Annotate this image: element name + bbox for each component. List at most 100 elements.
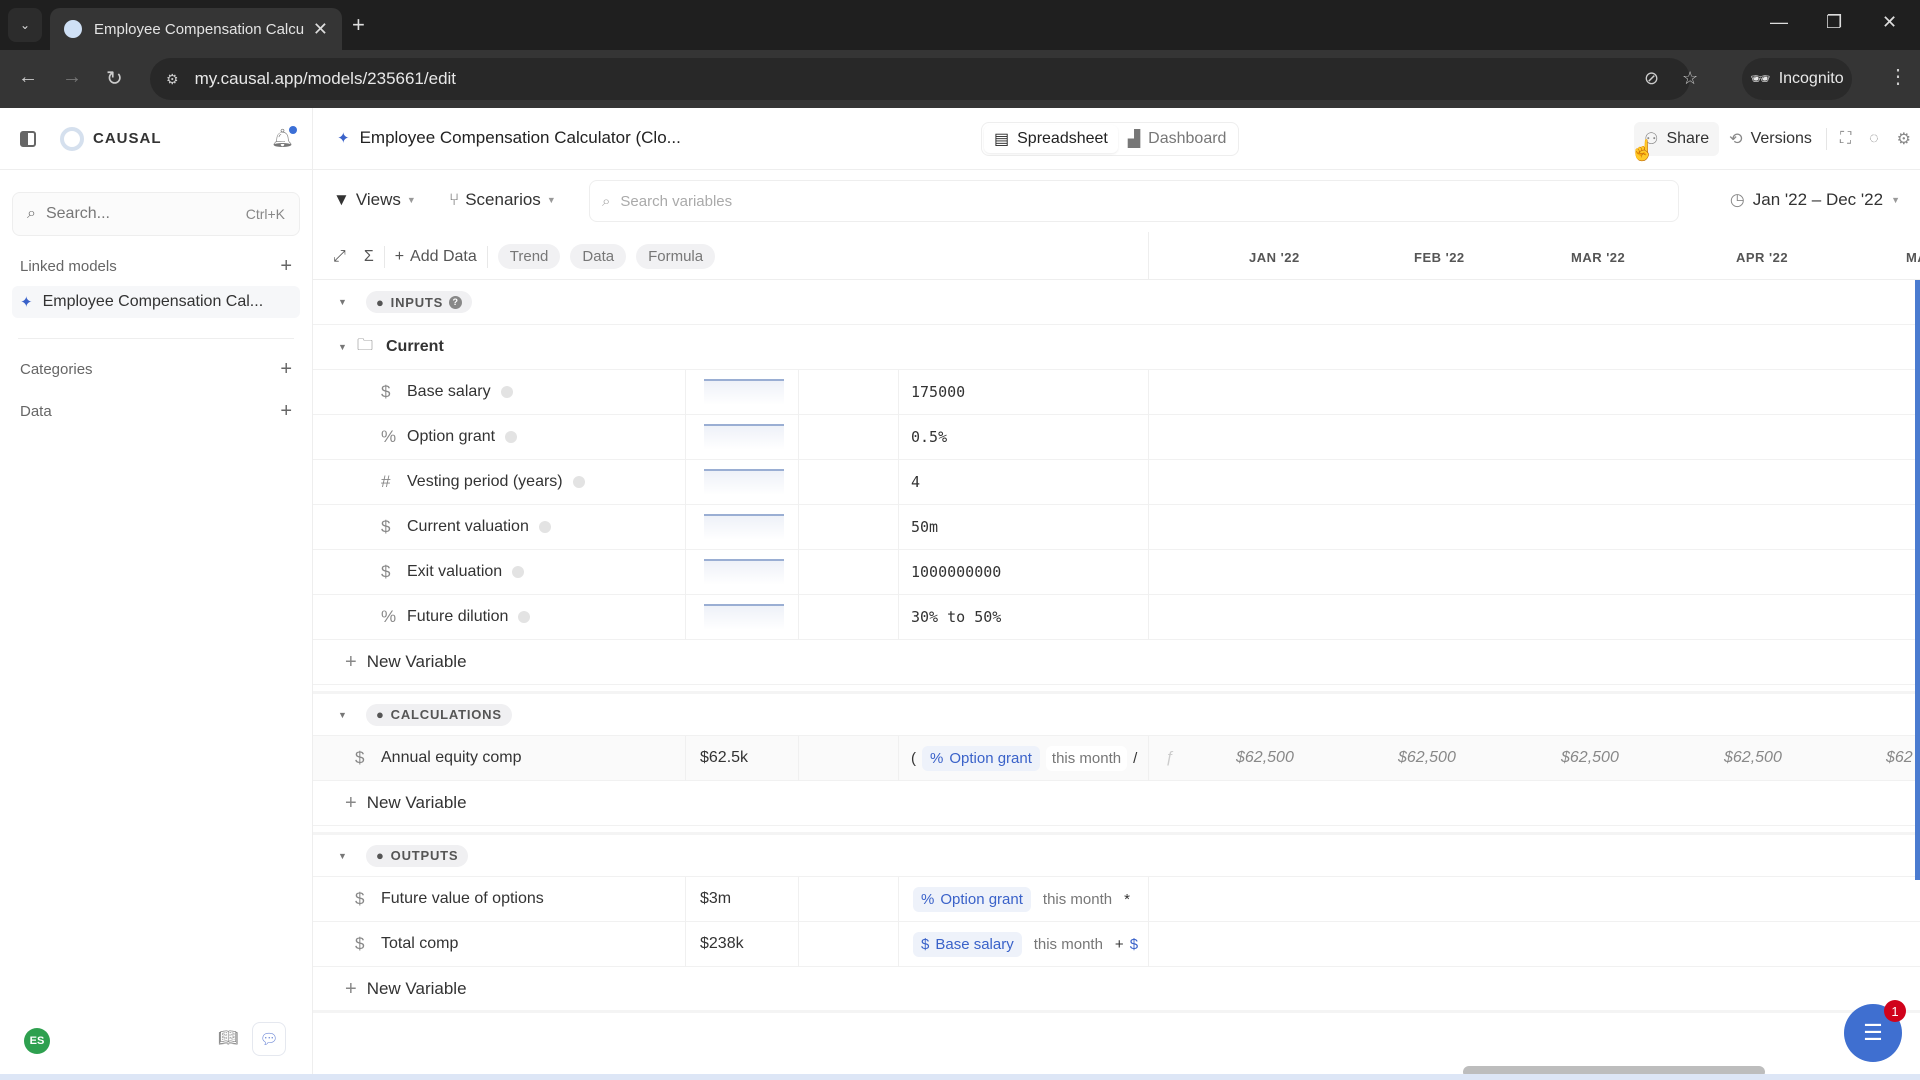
close-window-button[interactable]: ✕ bbox=[1882, 12, 1897, 33]
collapse-caret-icon[interactable]: ▼ bbox=[338, 710, 347, 720]
browser-menu-icon[interactable]: ⋮ bbox=[1888, 64, 1908, 89]
collapse-caret-icon[interactable]: ▼ bbox=[338, 851, 347, 861]
variable-name[interactable]: % Option grant bbox=[381, 427, 518, 447]
add-category-icon[interactable]: + bbox=[280, 358, 292, 381]
bookmark-star-icon[interactable]: ☆ bbox=[1682, 68, 1698, 89]
help-icon[interactable] bbox=[572, 476, 585, 488]
variable-name[interactable]: $ Future value of options bbox=[355, 889, 544, 909]
formula-cell[interactable]: % Option grant this month * bbox=[913, 886, 1130, 912]
month-value[interactable]: $62,500 bbox=[1236, 749, 1294, 767]
group-label[interactable]: ● INPUTS ? bbox=[366, 291, 473, 313]
variable-value[interactable]: 1000000000 bbox=[911, 563, 1001, 581]
docs-book-icon[interactable]: 📖︎ bbox=[218, 1028, 238, 1048]
variable-row[interactable]: $ Total comp $238k $ Base salary this mont… bbox=[313, 922, 1920, 967]
eye-off-icon[interactable]: ⊘ bbox=[1644, 68, 1659, 89]
variable-row[interactable]: $ Exit valuation 1000000000 bbox=[313, 550, 1920, 595]
tab-spreadsheet[interactable]: ▤ Spreadsheet bbox=[984, 125, 1118, 153]
variable-value[interactable]: 30% to 50% bbox=[911, 608, 1001, 626]
settings-gear-icon[interactable]: ⚙ bbox=[1888, 129, 1920, 149]
restore-button[interactable]: ❐ bbox=[1826, 12, 1842, 33]
incognito-indicator[interactable]: 🕶 Incognito bbox=[1742, 58, 1852, 100]
formula-variable-chip[interactable]: % Option grant bbox=[922, 745, 1040, 771]
expand-icon[interactable]: ⤢ bbox=[333, 248, 346, 266]
time-context[interactable]: this month bbox=[1036, 886, 1119, 912]
add-data-source-icon[interactable]: + bbox=[280, 400, 292, 423]
month-header[interactable]: JAN '22 bbox=[1249, 250, 1300, 265]
forward-button[interactable]: → bbox=[62, 66, 82, 89]
month-value[interactable]: $62,500 bbox=[1561, 749, 1619, 767]
variable-row[interactable]: $ Current valuation 50m bbox=[313, 505, 1920, 550]
variable-value[interactable]: 50m bbox=[911, 518, 938, 536]
variable-name[interactable]: % Future dilution bbox=[381, 607, 531, 627]
search-variables-input[interactable]: ⌕ Search variables bbox=[589, 180, 1679, 222]
month-value[interactable]: $62 bbox=[1886, 749, 1913, 767]
data-label[interactable]: Data bbox=[20, 403, 52, 420]
site-info-icon[interactable]: ⚙ bbox=[166, 71, 179, 88]
variable-row[interactable]: % Option grant 0.5% bbox=[313, 415, 1920, 460]
month-header[interactable]: FEB '22 bbox=[1414, 250, 1465, 265]
variable-name[interactable]: # Vesting period (years) bbox=[381, 472, 585, 492]
group-label[interactable]: ● CALCULATIONS bbox=[366, 703, 512, 726]
vertical-scrollbar[interactable] bbox=[1915, 280, 1920, 880]
help-icon[interactable] bbox=[500, 386, 513, 398]
trend-toggle[interactable]: Trend bbox=[497, 244, 561, 269]
variable-row[interactable]: $ Base salary 175000 bbox=[313, 370, 1920, 415]
browser-tab[interactable]: Employee Compensation Calcul ✕ bbox=[50, 8, 342, 50]
help-icon[interactable] bbox=[518, 611, 531, 623]
collapse-caret-icon[interactable]: ▼ bbox=[338, 342, 347, 352]
variable-name[interactable]: $ Current valuation bbox=[381, 517, 551, 537]
month-value[interactable]: $62,500 bbox=[1398, 749, 1456, 767]
back-button[interactable]: ← bbox=[18, 66, 38, 89]
help-icon[interactable] bbox=[512, 566, 525, 578]
omnibox[interactable]: ⚙ my.causal.app/models/235661/edit ⊘ ☆ bbox=[150, 58, 1698, 100]
variable-name[interactable]: $ Total comp bbox=[355, 934, 458, 954]
variable-row[interactable]: $ Future value of options $3m % Option gra… bbox=[313, 877, 1920, 922]
date-range-picker[interactable]: ◷ Jan '22 – Dec '22 ▼ bbox=[1730, 190, 1900, 210]
formula-cell[interactable]: ( % Option grant this month / bbox=[911, 745, 1137, 771]
new-variable-button[interactable]: + New Variable bbox=[345, 651, 467, 674]
new-tab-button[interactable]: + bbox=[352, 12, 365, 38]
presentation-icon[interactable]: ⛶ bbox=[1831, 130, 1860, 148]
notifications-bell-icon[interactable]: 🔔︎ bbox=[271, 126, 297, 149]
chat-bubble-button[interactable]: 💬︎ bbox=[252, 1022, 286, 1056]
variable-row[interactable]: $ Annual equity comp $62.5k ( % Option gra… bbox=[313, 736, 1920, 781]
month-header[interactable]: MA bbox=[1906, 250, 1920, 265]
collapse-caret-icon[interactable]: ▼ bbox=[338, 297, 347, 307]
new-variable-button[interactable]: + New Variable bbox=[345, 792, 467, 815]
formula-toggle[interactable]: Formula bbox=[636, 244, 716, 269]
variable-name[interactable]: $ Annual equity comp bbox=[355, 748, 522, 768]
new-variable-button[interactable]: + New Variable bbox=[345, 978, 467, 1001]
toggle-sidebar-icon[interactable] bbox=[20, 130, 36, 147]
comments-icon[interactable]: ◌ bbox=[1860, 130, 1888, 148]
truncated-chip[interactable]: $ bbox=[1130, 936, 1138, 953]
help-icon[interactable] bbox=[505, 431, 518, 443]
month-header[interactable]: MAR '22 bbox=[1571, 250, 1625, 265]
data-toggle[interactable]: Data bbox=[570, 244, 627, 269]
variable-value[interactable]: 175000 bbox=[911, 383, 965, 401]
formula-variable-chip[interactable]: % Option grant bbox=[913, 886, 1031, 912]
folder-name[interactable]: Current bbox=[386, 338, 444, 356]
tab-search-button[interactable]: ⌄ bbox=[8, 8, 42, 42]
help-icon[interactable] bbox=[538, 521, 551, 533]
group-label[interactable]: ● OUTPUTS bbox=[366, 844, 469, 867]
add-linked-model-icon[interactable]: + bbox=[280, 255, 292, 278]
variable-name[interactable]: $ Exit valuation bbox=[381, 562, 525, 582]
variable-row[interactable]: # Vesting period (years) 4 bbox=[313, 460, 1920, 505]
views-dropdown[interactable]: ▼ Views ▼ bbox=[333, 190, 416, 210]
minimize-button[interactable]: — bbox=[1770, 12, 1788, 33]
variable-value[interactable]: 4 bbox=[911, 473, 920, 491]
intercom-chat-launcher[interactable]: ☰ 1 bbox=[1844, 1000, 1906, 1062]
variable-name[interactable]: $ Base salary bbox=[381, 382, 513, 402]
tab-dashboard[interactable]: ▟ Dashboard bbox=[1118, 125, 1237, 153]
user-avatar[interactable]: ES bbox=[24, 1028, 50, 1054]
categories-label[interactable]: Categories bbox=[20, 361, 93, 378]
reload-button[interactable]: ↻ bbox=[106, 66, 123, 91]
month-value[interactable]: $62,500 bbox=[1724, 749, 1782, 767]
time-context[interactable]: this month bbox=[1027, 931, 1109, 957]
model-title[interactable]: ✦ Employee Compensation Calculator (Clo.… bbox=[337, 128, 681, 148]
sidebar-search[interactable]: ⌕ Search... Ctrl+K bbox=[12, 192, 300, 236]
sum-icon[interactable]: Σ bbox=[364, 248, 374, 266]
scenarios-dropdown[interactable]: ⑂ Scenarios ▼ bbox=[449, 190, 556, 210]
formula-cell[interactable]: $ Base salary this month + $ bbox=[913, 931, 1138, 957]
add-data-button[interactable]: + Add Data bbox=[395, 248, 477, 266]
